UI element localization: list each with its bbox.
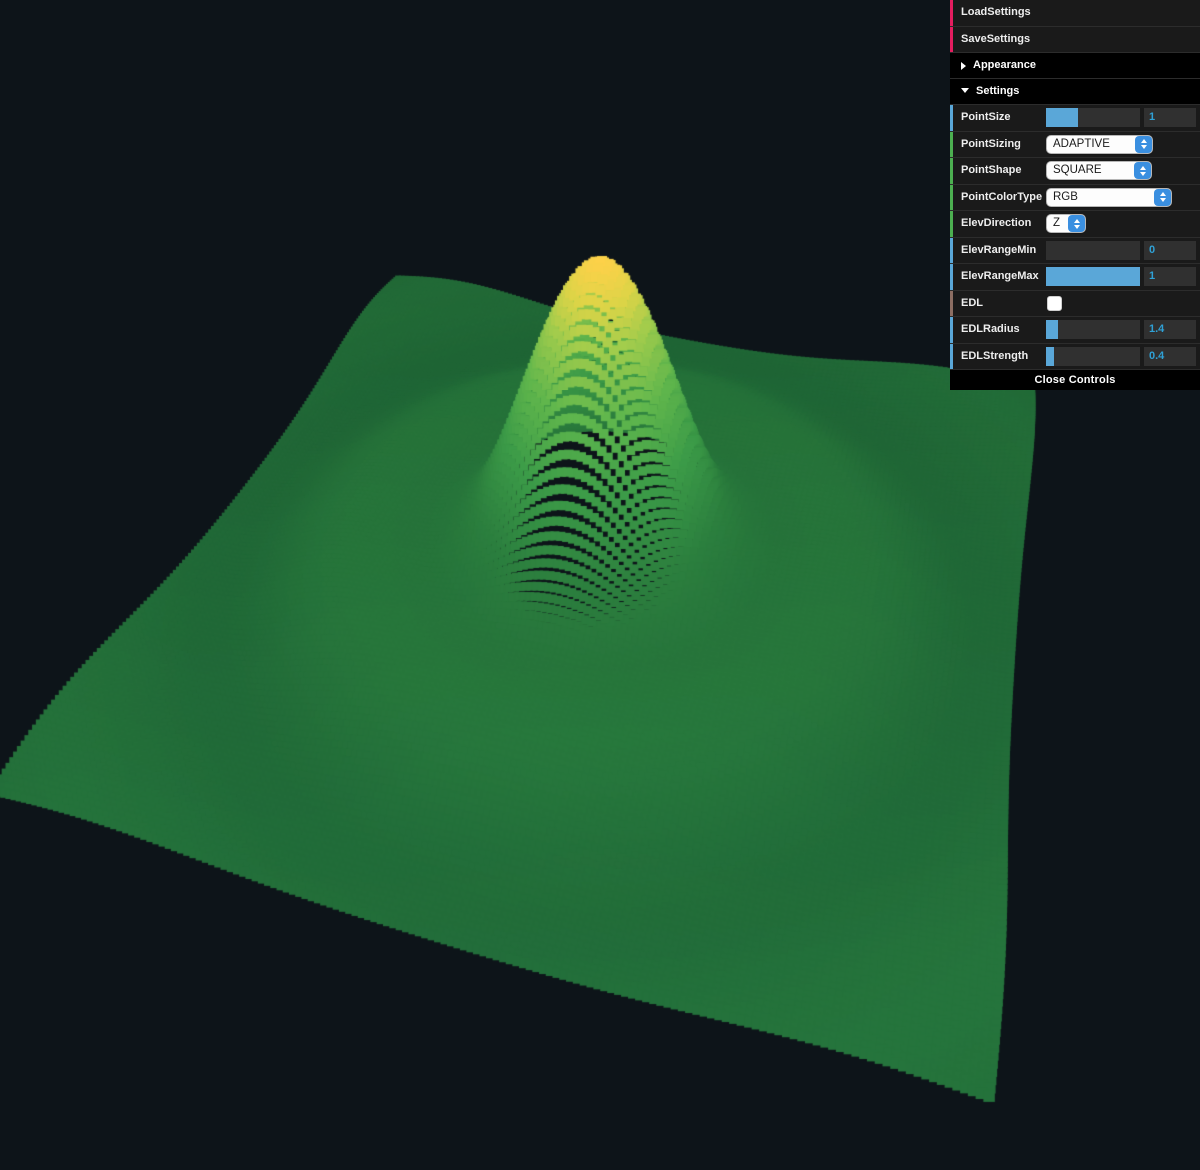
gui-control-widget-elevrangemax: 1 — [1046, 264, 1200, 290]
gui-control-pointsize[interactable]: PointSize 1 — [950, 105, 1200, 132]
slider-track-elevrangemin[interactable] — [1046, 240, 1140, 260]
gui-function-list: LoadSettings SaveSettings — [950, 0, 1200, 53]
gui-function-loadsettings[interactable]: LoadSettings — [950, 0, 1200, 27]
gui-control-edlstrength[interactable]: EDLStrength 0.4 — [950, 343, 1200, 370]
gui-settings-controls: PointSize 1 PointSizing FIXEDATTENUATEDADAP… — [950, 105, 1200, 370]
row-accent-bar — [950, 264, 953, 290]
slider-value-edlstrength[interactable]: 0.4 — [1144, 346, 1196, 366]
gui-control-label-edlradius: EDLRadius — [961, 324, 1020, 336]
gui-control-label-pointcolortype: PointColorType — [961, 191, 1043, 203]
row-accent-bar — [950, 317, 953, 343]
chevron-down-icon — [961, 88, 969, 93]
checkbox-edl[interactable] — [1047, 295, 1062, 311]
select-wrapper-pointcolortype: RGBCOLORELEVATIONINTENSITYCLASSIFICATION — [1046, 187, 1172, 207]
slider-track-pointsize[interactable] — [1046, 108, 1140, 128]
gui-folder-appearance: Appearance — [950, 53, 1200, 79]
gui-function-label: SaveSettings — [961, 32, 1031, 45]
select-pointshape[interactable]: SQUARECIRCLEPARABOLOID — [1046, 161, 1152, 181]
select-elevdirection[interactable]: XYZ — [1046, 214, 1086, 234]
slider-value-elevrangemin[interactable]: 0 — [1144, 240, 1196, 260]
gui-function-savesettings[interactable]: SaveSettings — [950, 26, 1200, 53]
gui-function-label: LoadSettings — [961, 6, 1031, 19]
slider-track-elevrangemax[interactable] — [1046, 267, 1140, 287]
dat-gui-panel[interactable]: LoadSettings SaveSettings Appearance Sett… — [950, 0, 1200, 390]
slider-group-pointsize: 1 — [1046, 105, 1196, 131]
close-controls-button[interactable]: Close Controls — [950, 370, 1200, 390]
gui-control-label-elevrangemax: ElevRangeMax — [961, 271, 1039, 283]
select-wrapper-pointshape: SQUARECIRCLEPARABOLOID — [1046, 161, 1152, 181]
slider-fill-edlstrength — [1046, 346, 1055, 366]
select-wrapper-elevdirection: XYZ — [1046, 214, 1086, 234]
gui-control-label-pointshape: PointShape — [961, 165, 1022, 177]
slider-group-edlstrength: 0.4 — [1046, 344, 1196, 370]
select-wrapper-pointsizing: FIXEDATTENUATEDADAPTIVE — [1046, 134, 1153, 154]
gui-control-elevdirection[interactable]: ElevDirection XYZ — [950, 211, 1200, 238]
gui-control-widget-edl — [1046, 291, 1200, 317]
gui-folder-label: Appearance — [973, 59, 1036, 71]
gui-control-widget-pointsizing: FIXEDATTENUATEDADAPTIVE — [1046, 132, 1200, 158]
gui-control-widget-pointcolortype: RGBCOLORELEVATIONINTENSITYCLASSIFICATION — [1046, 185, 1200, 211]
gui-folder-label: Settings — [976, 85, 1020, 97]
row-accent-bar — [950, 237, 953, 263]
chevron-right-icon — [961, 61, 966, 70]
slider-fill-elevrangemax — [1046, 267, 1140, 287]
row-accent-bar — [950, 290, 953, 316]
slider-value-pointsize[interactable]: 1 — [1144, 108, 1196, 128]
gui-control-label-elevdirection: ElevDirection — [961, 218, 1032, 230]
gui-folder-appearance-header[interactable]: Appearance — [950, 53, 1200, 79]
gui-control-widget-pointsize: 1 — [1046, 105, 1200, 131]
row-accent-bar — [950, 184, 953, 210]
row-accent-bar — [950, 0, 953, 26]
gui-control-pointcolortype[interactable]: PointColorTypeRGBCOLORELEVATIONINTENSITY… — [950, 184, 1200, 211]
gui-control-pointsizing[interactable]: PointSizing FIXEDATTENUATEDADAPTIVE — [950, 131, 1200, 158]
gui-control-edlradius[interactable]: EDLRadius 1.4 — [950, 317, 1200, 344]
app-root: LoadSettings SaveSettings Appearance Sett… — [0, 0, 1200, 1170]
slider-value-elevrangemax[interactable]: 1 — [1144, 267, 1196, 287]
gui-folder-settings-header[interactable]: Settings — [950, 79, 1200, 105]
row-accent-bar — [950, 211, 953, 237]
gui-control-widget-pointshape: SQUARECIRCLEPARABOLOID — [1046, 158, 1200, 184]
gui-control-elevrangemax[interactable]: ElevRangeMax 1 — [950, 264, 1200, 291]
slider-track-edlstrength[interactable] — [1046, 346, 1140, 366]
select-pointcolortype[interactable]: RGBCOLORELEVATIONINTENSITYCLASSIFICATION — [1046, 187, 1172, 207]
select-pointsizing[interactable]: FIXEDATTENUATEDADAPTIVE — [1046, 134, 1153, 154]
slider-value-edlradius[interactable]: 1.4 — [1144, 320, 1196, 340]
slider-group-elevrangemax: 1 — [1046, 264, 1196, 290]
gui-control-label-edl: EDL — [961, 297, 983, 309]
row-accent-bar — [950, 343, 953, 369]
slider-track-edlradius[interactable] — [1046, 320, 1140, 340]
gui-control-pointshape[interactable]: PointShape SQUARECIRCLEPARABOLOID — [950, 158, 1200, 185]
gui-control-widget-elevrangemin: 0 — [1046, 238, 1200, 264]
gui-control-edl[interactable]: EDL — [950, 290, 1200, 317]
gui-control-label-pointsize: PointSize — [961, 112, 1011, 124]
gui-control-label-pointsizing: PointSizing — [961, 138, 1021, 150]
gui-control-widget-edlstrength: 0.4 — [1046, 344, 1200, 370]
gui-folder-settings: Settings — [950, 79, 1200, 105]
gui-control-widget-edlradius: 1.4 — [1046, 317, 1200, 343]
gui-control-label-elevrangemin: ElevRangeMin — [961, 244, 1037, 256]
row-accent-bar — [950, 158, 953, 184]
row-accent-bar — [950, 131, 953, 157]
gui-control-widget-elevdirection: XYZ — [1046, 211, 1200, 237]
row-accent-bar — [950, 26, 953, 52]
slider-group-edlradius: 1.4 — [1046, 317, 1196, 343]
gui-control-elevrangemin[interactable]: ElevRangeMin 0 — [950, 237, 1200, 264]
gui-control-label-edlstrength: EDLStrength — [961, 350, 1029, 362]
row-accent-bar — [950, 105, 953, 131]
slider-fill-edlradius — [1046, 320, 1059, 340]
slider-fill-pointsize — [1046, 108, 1078, 128]
slider-group-elevrangemin: 0 — [1046, 238, 1196, 264]
